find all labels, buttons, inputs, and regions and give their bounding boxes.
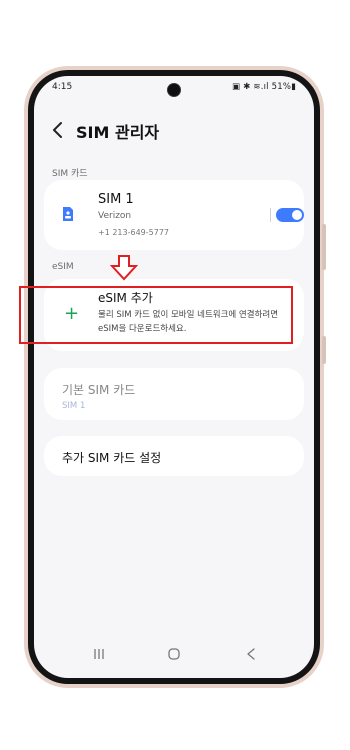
sim-section-label: SIM 카드 (52, 169, 88, 179)
nav-back-icon[interactable] (246, 648, 256, 660)
default-sim-card[interactable]: 기본 SIM 카드 SIM 1 (44, 368, 304, 420)
esim-section-label: eSIM (52, 262, 74, 272)
back-icon[interactable] (50, 120, 66, 140)
default-sim-value: SIM 1 (62, 401, 86, 411)
status-indicators: ▣ ✱ ≋.ıl 51%▮ (232, 82, 296, 92)
extra-sim-settings-card[interactable]: 추가 SIM 카드 설정 (44, 436, 304, 476)
extra-sim-settings-title: 추가 SIM 카드 설정 (62, 451, 162, 465)
divider (270, 208, 271, 222)
add-esim-highlight-box (19, 286, 293, 344)
status-time: 4:15 (52, 82, 73, 92)
screen: 4:15 ▣ ✱ ≋.ıl 51%▮ SIM 관리자 SIM 카드 SIM 1 … (34, 76, 314, 678)
sim-1-card[interactable]: SIM 1 Verizon +1 213-649-5777 (44, 180, 304, 250)
phone-side-button (322, 224, 326, 270)
front-camera (168, 84, 180, 96)
sim-phone-number: +1 213-649-5777 (98, 228, 170, 237)
page-title: SIM 관리자 (76, 123, 160, 142)
recent-apps-icon[interactable] (92, 648, 106, 660)
toggle-knob (292, 210, 302, 220)
sim-card-icon (63, 207, 73, 221)
phone-side-button (322, 336, 326, 364)
sim-name: SIM 1 (98, 192, 134, 207)
down-arrow-icon (110, 255, 138, 281)
home-icon[interactable] (168, 648, 180, 660)
sim-carrier: Verizon (98, 211, 132, 221)
default-sim-title: 기본 SIM 카드 (62, 383, 136, 397)
sim-1-toggle[interactable] (276, 208, 304, 222)
